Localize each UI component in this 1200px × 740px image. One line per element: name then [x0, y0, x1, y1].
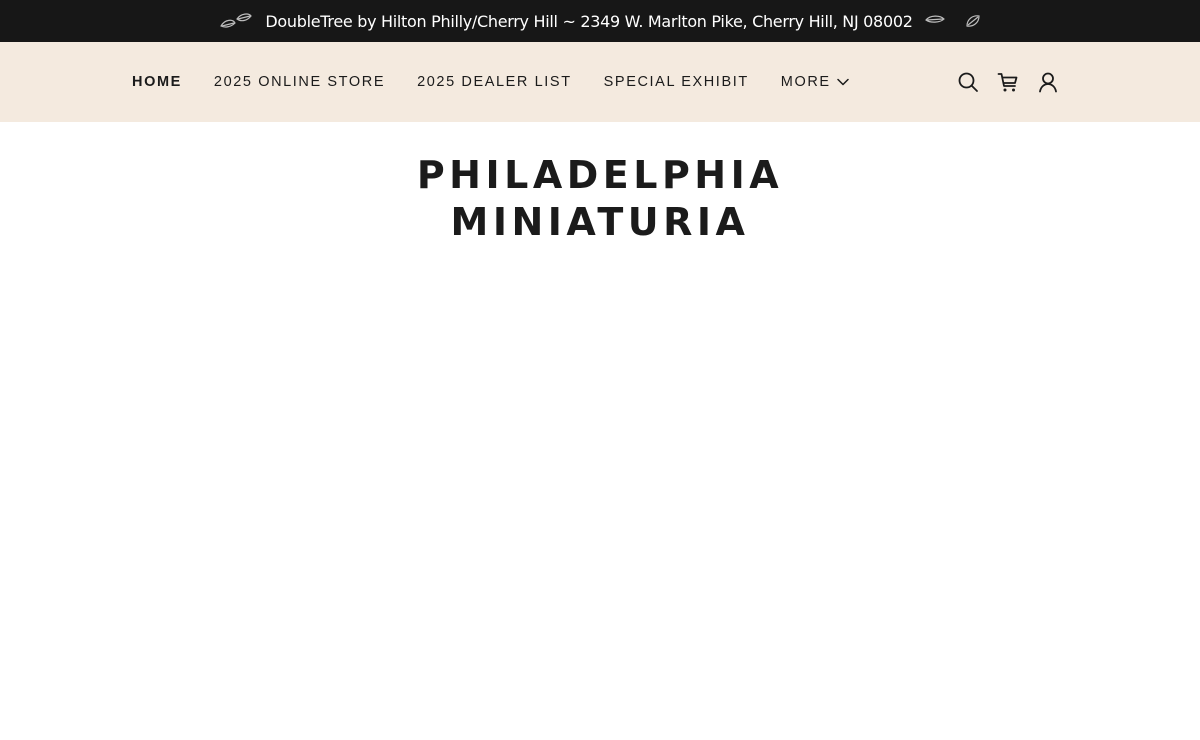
site-title-line2: MINIATURIA	[450, 200, 750, 244]
nav-item-more[interactable]: MORE	[781, 74, 849, 90]
announcement-bar: DoubleTree by Hilton Philly/Cherry Hill …	[0, 0, 1200, 42]
nav-item-home[interactable]: HOME	[132, 74, 182, 90]
leaf-icon	[965, 13, 981, 29]
search-icon[interactable]	[956, 70, 980, 94]
nav-item-more-label: MORE	[780, 74, 831, 90]
nav-links: HOME 2025 ONLINE STORE 2025 DEALER LIST …	[132, 42, 881, 122]
chevron-down-icon	[836, 78, 849, 86]
nav-item-special-exhibit[interactable]: SPECIAL EXHIBIT	[604, 74, 749, 90]
nav-item-dealer-list[interactable]: 2025 DEALER LIST	[417, 74, 572, 90]
cart-icon[interactable]	[996, 70, 1020, 94]
announcement-text: DoubleTree by Hilton Philly/Cherry Hill …	[265, 11, 913, 31]
nav-item-online-store[interactable]: 2025 ONLINE STORE	[214, 74, 385, 90]
leaf-icon	[924, 14, 945, 28]
site-title-line1: PHILADELPHIA	[416, 153, 784, 197]
account-icon[interactable]	[1036, 70, 1060, 94]
leaf-icon	[219, 11, 253, 31]
nav-icons	[956, 42, 1060, 122]
site-title[interactable]: PHILADELPHIA MINIATURIA	[0, 152, 1200, 246]
main-navigation: HOME 2025 ONLINE STORE 2025 DEALER LIST …	[0, 42, 1200, 122]
